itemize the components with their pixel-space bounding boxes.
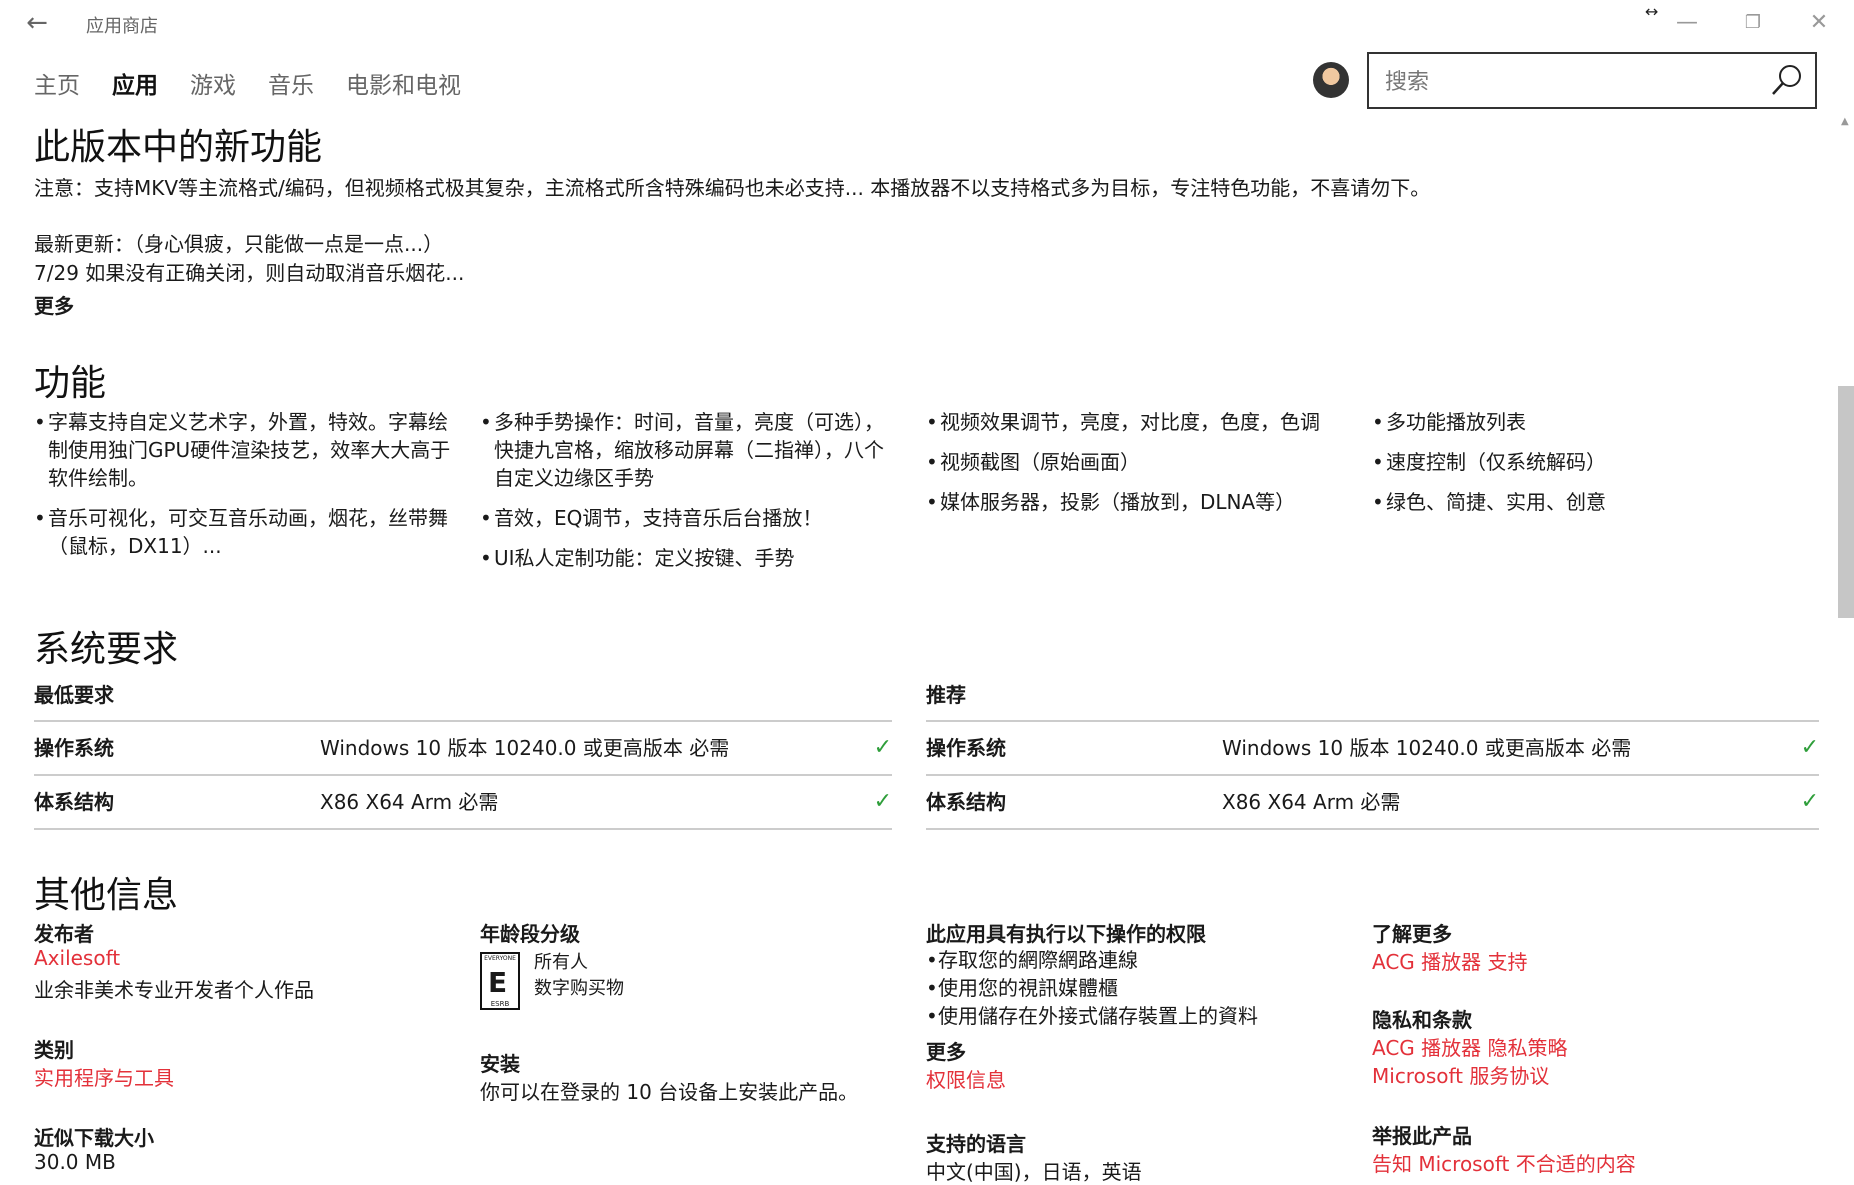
req-row: 体系结构 X86 X64 Arm 必需 ✓	[34, 776, 892, 830]
feature-item: 音乐可视化，可交互音乐动画，烟花，丝带舞（鼠标，DX11）...	[34, 504, 454, 560]
permissions-list: 存取您的網際網路連線 使用您的視訊媒體櫃 使用儲存在外接式儲存裝置上的資料	[926, 946, 1258, 1030]
permission-item: 使用您的視訊媒體櫃	[926, 974, 1258, 1002]
esrb-letter: E	[488, 966, 508, 999]
category-label: 类别	[34, 1038, 74, 1062]
req-key: 操作系统	[926, 736, 1006, 760]
install-label: 安装	[480, 1052, 520, 1076]
languages-value: 中文(中国)，日语，英语	[926, 1160, 1142, 1184]
age-rating-label: 年龄段分级	[480, 922, 580, 946]
features-column-1: 字幕支持自定义艺术字，外置，特效。字幕绘制使用独门GPU硬件渲染技艺，效率大大高…	[34, 408, 454, 572]
req-value: Windows 10 版本 10240.0 或更高版本 必需	[320, 736, 730, 760]
privacy-policy-link[interactable]: ACG 播放器 隐私策略	[1372, 1032, 1568, 1061]
download-size-label: 近似下载大小	[34, 1126, 154, 1150]
feature-item: 音效，EQ调节，支持音乐后台播放！	[480, 504, 900, 532]
feature-item: 字幕支持自定义艺术字，外置，特效。字幕绘制使用独门GPU硬件渲染技艺，效率大大高…	[34, 408, 454, 492]
permissions-label: 此应用具有执行以下操作的权限	[926, 922, 1206, 946]
search-box	[1367, 52, 1817, 109]
tab-movies-tv[interactable]: 电影和电视	[346, 66, 461, 100]
req-value: X86 X64 Arm 必需	[320, 790, 499, 814]
whats-new-more-link[interactable]: 更多	[34, 290, 74, 319]
minimize-icon[interactable]: —	[1664, 4, 1710, 42]
permission-item: 使用儲存在外接式儲存裝置上的資料	[926, 1002, 1258, 1030]
age-rating-value: 所有人	[534, 952, 588, 973]
category-link[interactable]: 实用程序与工具	[34, 1062, 174, 1091]
feature-item: UI私人定制功能：定义按键、手势	[480, 544, 900, 572]
report-link[interactable]: 告知 Microsoft 不合适的内容	[1372, 1148, 1636, 1177]
scroll-thumb[interactable]	[1838, 386, 1854, 618]
restore-icon[interactable]: ❐	[1730, 4, 1776, 42]
esrb-top-text: EVERYONE	[484, 955, 516, 962]
req-row: 操作系统 Windows 10 版本 10240.0 或更高版本 必需 ✓	[34, 722, 892, 776]
req-key: 体系结构	[926, 790, 1006, 814]
tab-apps[interactable]: 应用	[112, 66, 158, 100]
checkmark-icon: ✓	[873, 735, 892, 760]
feature-item: 速度控制（仅系统解码）	[1372, 448, 1792, 476]
min-requirements-table: 最低要求 操作系统 Windows 10 版本 10240.0 或更高版本 必需…	[34, 680, 892, 830]
esrb-bottom-text: ESRB	[490, 1000, 510, 1008]
age-rating-sub: 数字购买物	[534, 978, 624, 999]
learn-more-label: 了解更多	[1372, 922, 1452, 946]
req-row: 体系结构 X86 X64 Arm 必需 ✓	[926, 776, 1819, 830]
min-requirements-title: 最低要求	[34, 680, 892, 722]
whats-new-update: 7/29 如果没有正确关闭，则自动取消音乐烟花...	[34, 261, 465, 285]
perm-more-label: 更多	[926, 1040, 966, 1064]
req-row: 操作系统 Windows 10 版本 10240.0 或更高版本 必需 ✓	[926, 722, 1819, 776]
search-input[interactable]	[1383, 64, 1767, 100]
permission-item: 存取您的網際網路連線	[926, 946, 1258, 974]
tab-games[interactable]: 游戏	[190, 66, 236, 100]
req-value: Windows 10 版本 10240.0 或更高版本 必需	[1222, 736, 1632, 760]
whats-new-heading: 此版本中的新功能	[34, 127, 323, 168]
features-column-2: 多种手势操作：时间，音量，亮度（可选），快捷九宫格，缩放移动屏幕（二指禅），八个…	[480, 408, 900, 584]
req-value: X86 X64 Arm 必需	[1222, 790, 1401, 814]
service-agreement-link[interactable]: Microsoft 服务协议	[1372, 1060, 1549, 1089]
feature-item: 视频效果调节，亮度，对比度，色度，色调	[926, 408, 1346, 436]
esrb-rating-icon: EVERYONE E ESRB	[480, 952, 520, 1010]
scrollbar[interactable]: ▲	[1838, 116, 1854, 1177]
close-icon[interactable]: ✕	[1796, 4, 1842, 42]
search-icon[interactable]	[1769, 62, 1805, 98]
feature-item: 多功能播放列表	[1372, 408, 1792, 436]
req-key: 操作系统	[34, 736, 114, 760]
title-bar: ← 应用商店 ↔ — ❐ ✕	[0, 0, 1854, 46]
publisher-desc: 业余非美术专业开发者个人作品	[34, 978, 314, 1002]
other-info-heading: 其他信息	[34, 875, 179, 916]
scroll-up-icon[interactable]: ▲	[1841, 116, 1849, 127]
languages-label: 支持的语言	[926, 1132, 1026, 1156]
download-size-value: 30.0 MB	[34, 1150, 116, 1174]
checkmark-icon: ✓	[1800, 789, 1819, 814]
back-arrow-icon[interactable]: ←	[22, 8, 52, 38]
features-column-3: 视频效果调节，亮度，对比度，色度，色调 视频截图（原始画面） 媒体服务器，投影（…	[926, 408, 1346, 528]
support-link[interactable]: ACG 播放器 支持	[1372, 946, 1528, 975]
features-column-4: 多功能播放列表 速度控制（仅系统解码） 绿色、简捷、实用、创意	[1372, 408, 1792, 528]
publisher-link[interactable]: Axilesoft	[34, 946, 120, 970]
feature-item: 视频截图（原始画面）	[926, 448, 1346, 476]
recommended-title: 推荐	[926, 680, 1819, 722]
install-value: 你可以在登录的 10 台设备上安装此产品。	[480, 1080, 859, 1104]
window-title: 应用商店	[86, 16, 158, 37]
sysreq-heading: 系统要求	[34, 629, 179, 670]
report-label: 举报此产品	[1372, 1124, 1472, 1148]
publisher-label: 发布者	[34, 922, 94, 946]
tab-music[interactable]: 音乐	[268, 66, 314, 100]
resize-arrows-icon[interactable]: ↔	[1645, 2, 1658, 21]
feature-item: 媒体服务器，投影（播放到，DLNA等）	[926, 488, 1346, 516]
feature-item: 绿色、简捷、实用、创意	[1372, 488, 1792, 516]
features-heading: 功能	[34, 363, 107, 404]
whats-new-latest: 最新更新：（身心俱疲，只能做一点是一点...）	[34, 232, 444, 256]
req-key: 体系结构	[34, 790, 114, 814]
whats-new-note: 注意：支持MKV等主流格式/编码，但视频格式极其复杂，主流格式所含特殊编码也未必…	[34, 176, 1431, 200]
recommended-requirements-table: 推荐 操作系统 Windows 10 版本 10240.0 或更高版本 必需 ✓…	[926, 680, 1819, 830]
privacy-label: 隐私和条款	[1372, 1008, 1472, 1032]
checkmark-icon: ✓	[873, 789, 892, 814]
tab-home[interactable]: 主页	[34, 66, 80, 100]
permission-info-link[interactable]: 权限信息	[926, 1064, 1006, 1093]
feature-item: 多种手势操作：时间，音量，亮度（可选），快捷九宫格，缩放移动屏幕（二指禅），八个…	[480, 408, 900, 492]
checkmark-icon: ✓	[1800, 735, 1819, 760]
avatar[interactable]	[1313, 62, 1349, 98]
